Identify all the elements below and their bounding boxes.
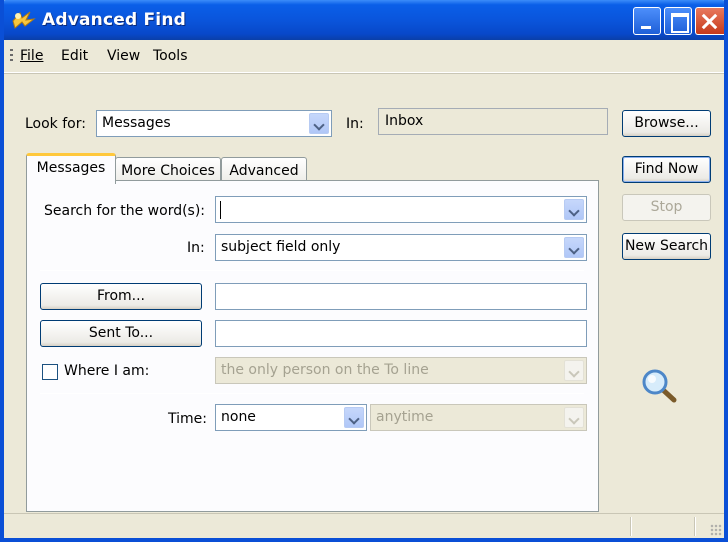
close-button[interactable]: [695, 7, 724, 35]
in-folder-label: In:: [346, 116, 364, 132]
minimize-button[interactable]: [633, 7, 661, 35]
sent-to-button[interactable]: Sent To...: [40, 320, 202, 347]
divider: [40, 270, 584, 271]
chevron-down-icon[interactable]: [564, 199, 584, 220]
text-caret: [220, 201, 221, 219]
time-value: none: [221, 409, 256, 425]
find-now-button[interactable]: Find Now: [622, 156, 711, 183]
status-divider: [694, 517, 696, 536]
tab-messages[interactable]: Messages: [26, 153, 116, 184]
where-i-am-value: the only person on the To line: [221, 362, 429, 378]
sent-to-field[interactable]: [215, 320, 587, 347]
maximize-button[interactable]: [664, 7, 692, 35]
where-i-am-checkbox[interactable]: [42, 364, 58, 380]
menu-bar: File Edit View Tools: [4, 40, 724, 73]
advanced-find-window: Advanced Find File Edit View Tools Look …: [0, 0, 728, 542]
look-for-value: Messages: [102, 115, 171, 131]
search-in-select[interactable]: subject field only: [215, 234, 587, 261]
search-words-label: Search for the word(s):: [44, 203, 206, 219]
magnifier-icon: [642, 369, 677, 403]
chevron-down-icon[interactable]: [564, 237, 584, 258]
time-select[interactable]: none: [215, 404, 367, 431]
browse-button[interactable]: Browse...: [622, 110, 711, 137]
window-title: Advanced Find: [42, 10, 186, 30]
menu-grip-icon[interactable]: [10, 49, 13, 63]
in-folder-value: Inbox: [385, 113, 424, 129]
search-in-label: In:: [187, 240, 205, 256]
title-bar[interactable]: Advanced Find: [4, 0, 724, 40]
chevron-down-icon: [564, 407, 584, 428]
time-label: Time:: [168, 411, 207, 427]
menu-tools[interactable]: Tools: [153, 48, 188, 64]
search-words-input[interactable]: [215, 196, 587, 223]
where-i-am-select: the only person on the To line: [215, 357, 587, 384]
search-in-value: subject field only: [221, 239, 341, 255]
outlook-find-icon: [12, 11, 36, 29]
divider: [40, 393, 584, 394]
menu-file[interactable]: File: [20, 48, 43, 64]
menu-view[interactable]: View: [107, 48, 140, 64]
chevron-down-icon[interactable]: [344, 407, 364, 428]
stop-button: Stop: [622, 194, 711, 221]
in-folder-field: Inbox: [378, 108, 608, 135]
from-button[interactable]: From...: [40, 283, 202, 310]
where-i-am-label[interactable]: Where I am:: [64, 363, 149, 379]
menu-edit[interactable]: Edit: [61, 48, 88, 64]
time-range-value: anytime: [376, 409, 434, 425]
status-divider: [630, 517, 632, 536]
chevron-down-icon[interactable]: [309, 113, 329, 134]
look-for-select[interactable]: Messages: [96, 110, 332, 137]
resize-grip-icon[interactable]: [710, 524, 722, 536]
from-field[interactable]: [215, 283, 587, 310]
chevron-down-icon: [564, 360, 584, 381]
time-range-select: anytime: [370, 404, 587, 431]
look-for-label: Look for:: [25, 116, 86, 132]
status-bar: [4, 513, 724, 538]
new-search-button[interactable]: New Search: [622, 233, 711, 260]
